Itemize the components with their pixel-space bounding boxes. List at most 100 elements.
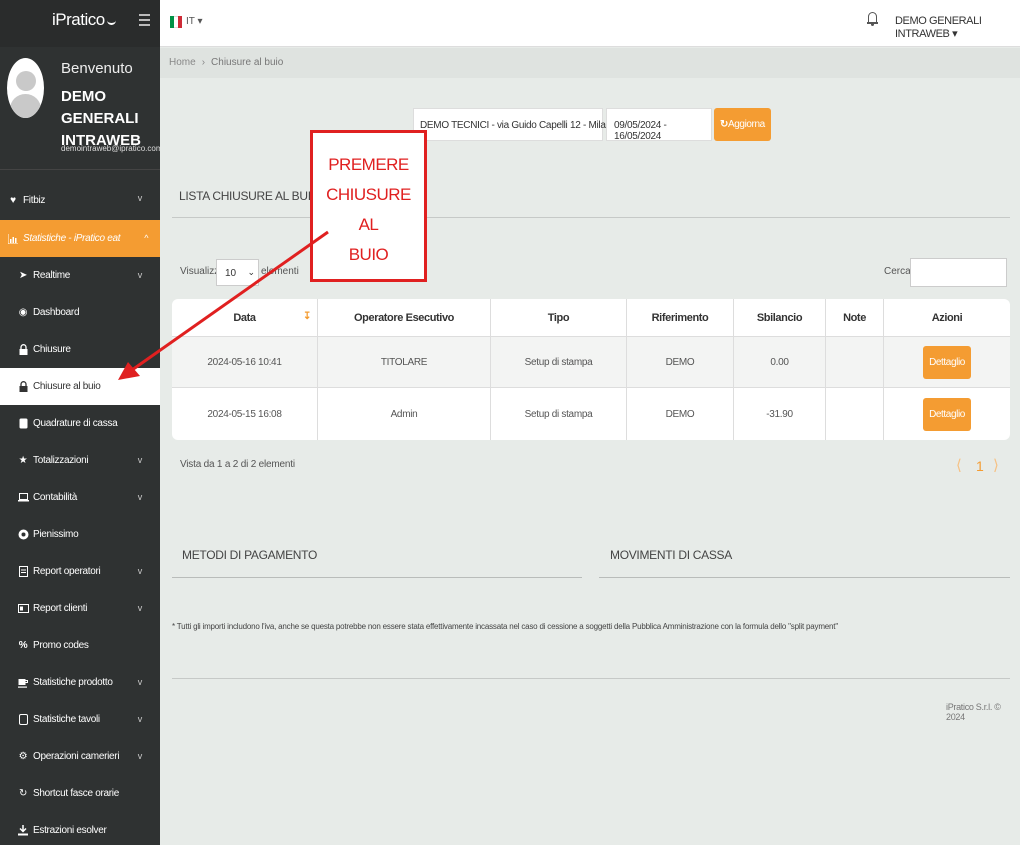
detail-button[interactable]: Dettaglio [923, 397, 971, 431]
sidebar-item-label: Fitbiz [23, 194, 46, 206]
sidebar-item-report-clienti[interactable]: Report clienti v [0, 590, 160, 627]
cell-tipo: Setup di stampa [491, 388, 627, 440]
column-header-operatore[interactable]: Operatore Esecutivo [318, 299, 491, 336]
user-email: demointraweb@ipratico.com [61, 144, 160, 153]
chevron-down-icon: v [137, 751, 143, 761]
sidebar-item-fitbiz[interactable]: ♥ Fitbiz v [0, 180, 160, 220]
sidebar: iPratico Benvenuto DEMO GENERALI INTRAWE… [0, 0, 160, 845]
pagination-page[interactable]: 1 [976, 458, 984, 474]
column-header-note[interactable]: Note [826, 299, 884, 336]
cell-sbilancio: -31.90 [734, 388, 826, 440]
annotation-line: CHIUSURE [326, 185, 411, 204]
sidebar-item-pienissimo[interactable]: Pienissimo [0, 516, 160, 553]
sidebar-item-shortcut-fasce-orarie[interactable]: ↻ Shortcut fasce orarie [0, 775, 160, 812]
chevron-down-icon: v [137, 566, 143, 576]
sidebar-nav: ♥ Fitbiz v Statistiche - iPratico eat ^ … [0, 180, 160, 845]
cell-note [826, 337, 884, 387]
sidebar-item-report-operatori[interactable]: Report operatori v [0, 553, 160, 590]
report-icon [17, 566, 29, 578]
sidebar-item-chiusure-al-buio[interactable]: Chiusure al buio [0, 368, 160, 405]
chevron-down-icon: v [137, 455, 143, 465]
section-title-cash-movements: MOVIMENTI DI CASSA [610, 548, 732, 562]
annotation-callout: PREMERE CHIUSURE AL BUIO [310, 130, 427, 282]
sidebar-item-label: Pienissimo [33, 529, 79, 540]
sidebar-item-label: Operazioni camerieri [33, 751, 120, 762]
closures-table: Data ↧ Operatore Esecutivo Tipo Riferimen… [172, 299, 1010, 440]
search-input[interactable] [910, 258, 1007, 287]
cell-data: 2024-05-15 16:08 [172, 388, 318, 440]
sidebar-item-quadrature-di-cassa[interactable]: Quadrature di cassa [0, 405, 160, 442]
divider [599, 577, 1010, 578]
column-header-riferimento[interactable]: Riferimento [627, 299, 734, 336]
star-icon: ★ [18, 455, 28, 466]
sidebar-item-operazioni-camerieri[interactable]: ⚙ Operazioni camerieri v [0, 738, 160, 775]
ipratico-logo[interactable]: iPratico [52, 10, 116, 30]
sidebar-item-label: Dashboard [33, 307, 80, 318]
circle-icon [17, 529, 29, 541]
refresh-button[interactable]: ↻Aggiorna [714, 108, 771, 141]
sidebar-item-statistiche-tavoli[interactable]: Statistiche tavoli v [0, 701, 160, 738]
divider [172, 217, 1010, 218]
lock-icon [17, 381, 29, 393]
sidebar-item-contabilita[interactable]: Contabilità v [0, 479, 160, 516]
sidebar-item-realtime[interactable]: ➤ Realtime v [0, 257, 160, 294]
id-card-icon [17, 603, 29, 615]
detail-button[interactable]: Dettaglio [923, 345, 971, 379]
column-header-azioni: Azioni [931, 311, 963, 324]
chevron-down-icon: v [137, 677, 143, 687]
page-length-select[interactable]: 10 ⌄ [216, 259, 259, 286]
history-icon: ↻ [18, 788, 28, 799]
table-row: 2024-05-16 10:41 TITOLARE Setup di stamp… [172, 337, 1010, 388]
laptop-icon [17, 492, 29, 504]
sidebar-item-label: Chiusure [33, 344, 71, 355]
chevron-down-icon: v [137, 270, 143, 280]
cell-riferimento: DEMO [627, 388, 734, 440]
rocket-icon: ➤ [18, 270, 28, 281]
sidebar-item-label: Estrazioni esolver [33, 825, 107, 836]
sidebar-item-dashboard[interactable]: ◉ Dashboard [0, 294, 160, 331]
chevron-up-icon: ^ [144, 233, 148, 243]
cell-sbilancio: 0.00 [734, 337, 826, 387]
date-range-picker[interactable]: 09/05/2024 - 16/05/2024 [606, 108, 712, 142]
breadcrumb: Home › Chiusure al buio [160, 48, 1020, 78]
sidebar-item-statistiche-prodotto[interactable]: Statistiche prodotto v [0, 664, 160, 701]
cell-note [826, 388, 884, 440]
bell-icon[interactable] [867, 12, 878, 26]
store-select[interactable]: DEMO TECNICI - via Guido Capelli 12 - Mi… [413, 108, 624, 141]
breadcrumb-current: Chiusure al buio [211, 57, 284, 68]
sidebar-item-label: Statistiche tavoli [33, 714, 100, 725]
breadcrumb-separator: › [201, 57, 206, 68]
register-icon [17, 418, 29, 430]
language-selector[interactable]: IT ▾ [186, 16, 203, 27]
pagination-next-icon[interactable]: ⟩ [993, 456, 999, 474]
sidebar-item-promo-codes[interactable]: % Promo codes [0, 627, 160, 664]
sidebar-item-label: Contabilità [33, 492, 77, 503]
column-header-tipo[interactable]: Tipo [491, 299, 627, 336]
chevron-down-icon: v [137, 193, 143, 203]
breadcrumb-home[interactable]: Home [169, 57, 196, 68]
pagination-prev-icon[interactable]: ⟨ [956, 456, 962, 474]
italian-flag-icon[interactable] [170, 16, 182, 28]
cell-operatore: TITOLARE [318, 337, 491, 387]
cell-operatore: Admin [318, 388, 491, 440]
sidebar-item-totalizzazioni[interactable]: ★ Totalizzazioni v [0, 442, 160, 479]
lock-icon [17, 344, 29, 356]
sidebar-item-estrazioni-esolver[interactable]: Estrazioni esolver [0, 812, 160, 845]
elements-label: elementi [261, 266, 299, 277]
cell-azioni: Dettaglio [884, 388, 1010, 440]
column-header-data[interactable]: Data ↧ [172, 299, 318, 336]
sidebar-item-statistiche[interactable]: Statistiche - iPratico eat ^ [0, 220, 160, 257]
column-header-sbilancio[interactable]: Sbilancio [734, 299, 826, 336]
user-menu[interactable]: DEMO GENERALI INTRAWEB ▾ [895, 15, 1020, 40]
table-icon [17, 714, 29, 726]
hamburger-menu-icon[interactable] [139, 14, 150, 29]
sort-icon[interactable]: ↧ [303, 311, 311, 322]
sidebar-item-label: Promo codes [33, 640, 89, 651]
sidebar-item-label: Report operatori [33, 566, 101, 577]
download-icon [17, 825, 29, 837]
sidebar-item-label: Quadrature di cassa [33, 418, 118, 429]
sidebar-item-chiusure[interactable]: Chiusure [0, 331, 160, 368]
sidebar-item-label: Statistiche - iPratico eat [23, 233, 121, 244]
panel-title: LISTA CHIUSURE AL BUIO [179, 189, 320, 203]
table-info: Vista da 1 a 2 di 2 elementi [180, 459, 295, 470]
